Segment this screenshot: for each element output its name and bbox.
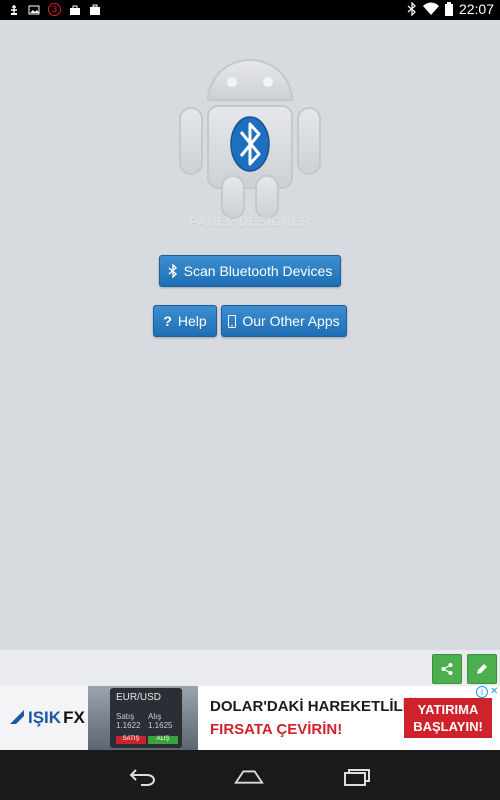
ad-brand-suffix: FX	[63, 708, 85, 727]
recent-apps-button[interactable]	[341, 767, 371, 787]
question-icon: ?	[163, 313, 172, 329]
home-icon	[234, 770, 264, 784]
help-button[interactable]: ? Help	[153, 305, 217, 337]
ad-brand-logo: IŞIK FX	[10, 708, 85, 728]
share-button[interactable]	[432, 654, 462, 684]
main-content: PANEL DESIGNER Scan Bluetooth Devices ? …	[0, 20, 500, 650]
ad-info-icon[interactable]: i	[476, 686, 488, 698]
ad-banner[interactable]: IŞIK FX EUR/USD Satış 1.1622 Alış 1.1625 SA…	[0, 686, 500, 750]
ad-currency-pair: EUR/USD	[116, 692, 162, 703]
logo-caption: PANEL DESIGNER	[189, 214, 311, 229]
battery-icon	[444, 2, 453, 16]
share-icon	[441, 663, 453, 675]
bluetooth-icon	[168, 264, 177, 278]
notification-count-icon: 3	[48, 3, 61, 16]
other-apps-button[interactable]: Our Other Apps	[221, 305, 347, 337]
ad-buy-button: ALIŞ	[148, 736, 178, 744]
bluetooth-icon	[407, 2, 416, 16]
edit-button[interactable]	[467, 654, 497, 684]
usb-icon	[11, 4, 17, 15]
ad-buy: Alış 1.1625	[148, 712, 173, 730]
back-icon	[129, 769, 155, 786]
status-bar: 3 22:07	[0, 0, 500, 20]
scan-bluetooth-button[interactable]: Scan Bluetooth Devices	[159, 255, 341, 287]
ad-headline: DOLAR'DAKİ HAREKETLİLİĞİ	[210, 698, 423, 715]
recent-apps-icon	[344, 769, 370, 786]
pencil-icon	[477, 664, 487, 674]
ad-cta-button[interactable]: YATIRIMA BAŞLAYIN!	[404, 698, 492, 738]
mobile-icon	[228, 314, 237, 328]
clock-time: 22:07	[458, 1, 494, 17]
scan-button-label: Scan Bluetooth Devices	[183, 263, 333, 279]
briefcase-icon	[90, 4, 100, 15]
ad-sell-button: SATIŞ	[116, 736, 146, 744]
image-icon	[28, 5, 40, 14]
help-button-label: Help	[177, 313, 207, 329]
back-button[interactable]	[128, 767, 158, 787]
bag-icon	[70, 5, 80, 15]
android-bluetooth-logo	[179, 45, 321, 219]
ad-phone-screen: EUR/USD Satış 1.1622 Alış 1.1625 SATIŞ ALI…	[110, 688, 182, 748]
brand-mark-icon	[10, 710, 24, 724]
ad-brand-name: IŞIK	[28, 708, 62, 727]
wifi-icon	[422, 2, 439, 15]
home-button[interactable]	[234, 767, 264, 787]
ad-close-icon[interactable]: ✕	[490, 686, 498, 697]
action-strip	[0, 650, 500, 686]
navigation-bar	[0, 750, 500, 800]
ad-sell: Satış 1.1622	[116, 712, 141, 730]
ad-brand-panel: IŞIK FX	[0, 686, 88, 750]
other-apps-button-label: Our Other Apps	[242, 313, 340, 329]
ad-subline: FIRSATA ÇEVİRİN!	[210, 721, 343, 738]
